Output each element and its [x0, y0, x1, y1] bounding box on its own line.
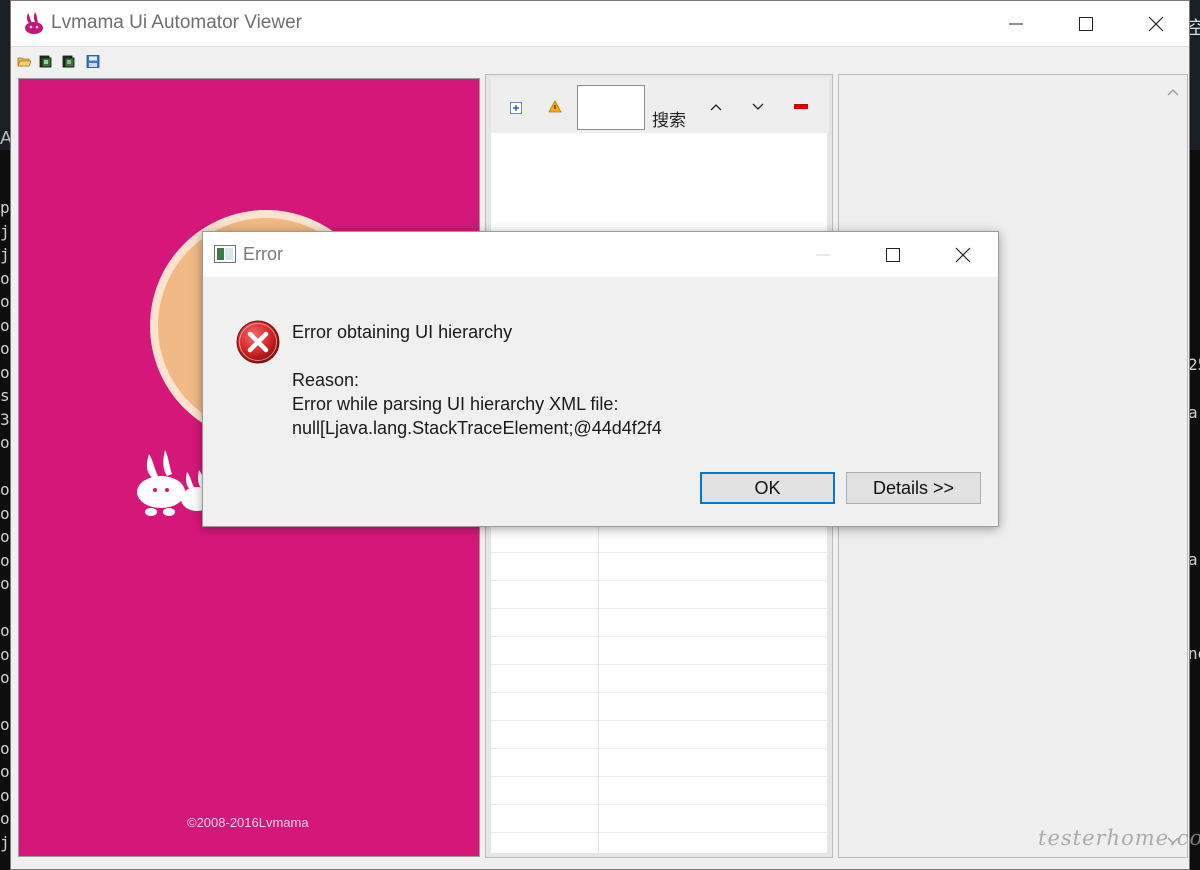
minimize-icon	[816, 254, 830, 255]
device-screenshot-compressed-icon[interactable]	[62, 55, 76, 68]
watermark-text: testerhome.com	[1038, 826, 1200, 850]
dialog-maximize-button[interactable]	[858, 232, 928, 277]
reason-line: Error while parsing UI hierarchy XML fil…	[292, 394, 619, 414]
table-row[interactable]	[491, 609, 827, 637]
table-row[interactable]	[491, 525, 827, 553]
close-icon	[1148, 16, 1164, 31]
main-toolbar	[11, 47, 1189, 75]
scroll-up-icon[interactable]	[1167, 88, 1179, 96]
reason-label: Reason:	[292, 370, 360, 390]
table-row[interactable]	[491, 637, 827, 665]
title-bar[interactable]: Lvmama Ui Automator Viewer	[11, 1, 1189, 47]
table-row[interactable]	[491, 693, 827, 721]
tree-toolbar: 搜索	[491, 78, 829, 133]
rabbit-logo-icon	[25, 12, 43, 34]
table-row[interactable]	[491, 721, 827, 749]
ok-button[interactable]: OK	[700, 472, 835, 504]
window-title: Lvmama Ui Automator Viewer	[51, 12, 302, 33]
dialog-minimize-button[interactable]	[788, 232, 858, 277]
table-row[interactable]	[491, 581, 827, 609]
device-screenshot-icon[interactable]	[39, 55, 53, 68]
dialog-close-button[interactable]	[928, 232, 998, 277]
expand-all-icon[interactable]	[510, 102, 522, 114]
maximize-icon	[886, 247, 900, 262]
dialog-message: Error obtaining UI hierarchy Reason: Err…	[292, 320, 662, 440]
table-row[interactable]	[491, 777, 827, 805]
open-folder-icon[interactable]	[17, 55, 31, 68]
error-icon	[236, 320, 280, 364]
splash-copyright: ©2008-2016Lvmama	[187, 815, 309, 830]
save-icon[interactable]	[86, 55, 100, 68]
minimize-icon	[1009, 23, 1023, 24]
error-dialog: Error Error obtaining UI hierarchy Reaso…	[202, 231, 999, 527]
table-row[interactable]	[491, 553, 827, 581]
dialog-title-bar[interactable]: Error	[203, 232, 998, 277]
table-row[interactable]	[491, 665, 827, 693]
table-row[interactable]	[491, 749, 827, 777]
reason-line: null[Ljava.lang.StackTraceElement;@44d4f…	[292, 418, 662, 438]
previous-result-icon[interactable]	[709, 102, 723, 112]
dialog-window-icon	[214, 245, 236, 263]
next-result-icon[interactable]	[751, 102, 765, 112]
details-button[interactable]: Details >>	[846, 472, 981, 504]
table-row[interactable]	[491, 805, 827, 833]
table-row[interactable]	[491, 833, 827, 861]
table-column-divider	[598, 521, 599, 853]
search-input[interactable]	[577, 85, 645, 130]
maximize-button[interactable]	[1051, 1, 1121, 46]
close-icon	[955, 247, 971, 262]
error-heading: Error obtaining UI hierarchy	[292, 322, 513, 342]
dialog-title: Error	[243, 244, 283, 264]
maximize-icon	[1079, 16, 1093, 31]
node-detail-table[interactable]	[491, 521, 827, 861]
clear-search-icon[interactable]	[794, 104, 808, 110]
close-button[interactable]	[1121, 1, 1191, 46]
search-label: 搜索	[652, 111, 686, 131]
minimize-button[interactable]	[981, 1, 1051, 46]
warning-icon[interactable]	[548, 100, 562, 113]
